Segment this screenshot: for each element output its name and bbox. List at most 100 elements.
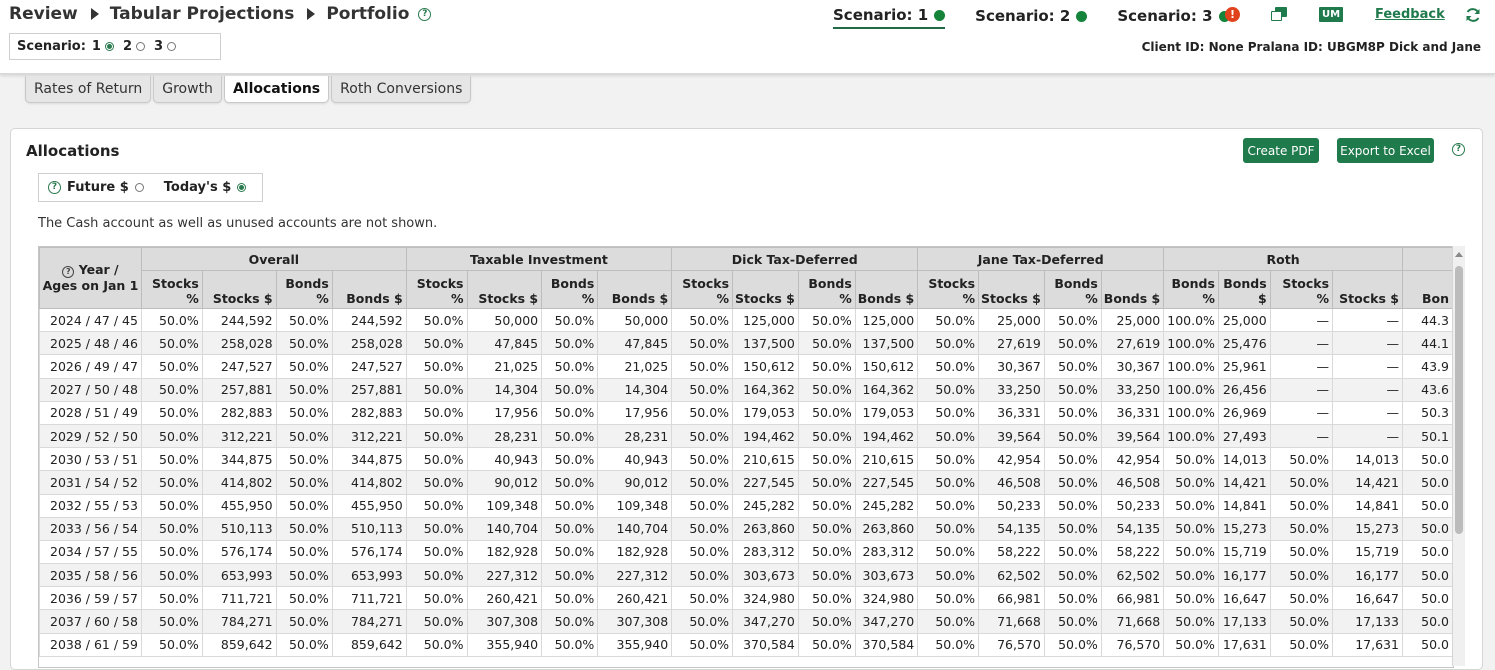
table-cell: 50.0% <box>405 307 468 333</box>
table-cell: 66,981 <box>978 586 1045 611</box>
table-cell: 50.0% <box>275 632 333 657</box>
table-cell: 50.0% <box>797 423 856 449</box>
radio-selected-icon[interactable] <box>104 42 114 51</box>
table-note: The Cash account as well as unused accou… <box>38 216 438 231</box>
table-vertical-scrollbar[interactable] <box>1452 246 1465 666</box>
table-cell: 125,000 <box>732 307 799 333</box>
tab-growth[interactable]: Growth <box>153 76 222 103</box>
scenario-tab-3[interactable]: Scenario: 3 <box>1117 6 1230 29</box>
table-cell: 50.0% <box>671 354 734 379</box>
tab-rates-of-return[interactable]: Rates of Return <box>25 76 152 103</box>
table-cell: 109,348 <box>466 493 543 518</box>
table-row: 2026 / 49 / 47 50.0% 247,527 50.0% 247,527 50… <box>39 354 1453 379</box>
scenario-tab-1[interactable]: Scenario: 1 <box>833 6 946 29</box>
table-cell: 50.0% <box>140 516 203 541</box>
table-cell: 344,875 <box>331 447 407 472</box>
table-cell: 245,282 <box>854 493 919 518</box>
column-header: Bonds% <box>1163 270 1219 309</box>
table-cell: 414,802 <box>331 470 407 495</box>
table-cell: 576,174 <box>331 539 407 565</box>
table-cell: 307,308 <box>466 609 543 634</box>
table-cell: 50.0% <box>1043 493 1102 518</box>
table-cell: 50.0% <box>405 447 468 472</box>
breadcrumb-review[interactable]: Review <box>9 4 78 24</box>
scenario-tab-2[interactable]: Scenario: 2 <box>975 6 1088 29</box>
table-cell: 50.0% <box>140 400 203 425</box>
table-cell: 50.0% <box>140 563 203 588</box>
table-cell: 25,000 <box>978 307 1045 333</box>
breadcrumb-tabular-projections[interactable]: Tabular Projections <box>110 4 295 24</box>
table-row: 2035 / 58 / 56 50.0% 653,993 50.0% 653,993 50… <box>39 563 1453 588</box>
table-cell: 27,619 <box>1100 331 1165 356</box>
tab-roth-conversions[interactable]: Roth Conversions <box>331 76 472 103</box>
table-cell: 455,950 <box>331 493 407 518</box>
radio-icon[interactable] <box>167 42 177 51</box>
table-cell: 50.0% <box>917 331 980 356</box>
create-pdf-button[interactable]: Create PDF <box>1243 138 1319 163</box>
table-cell: 50.0% <box>797 539 856 565</box>
help-icon[interactable]: ? <box>1452 143 1465 156</box>
allocations-table-container[interactable]: ? Year / Ages on Jan 1 Overall Taxable I… <box>38 246 1454 668</box>
scenario-option-3[interactable]: 3 <box>154 39 177 54</box>
table-cell: 50.0% <box>917 423 980 449</box>
table-cell: 227,312 <box>597 563 673 588</box>
table-cell: 210,615 <box>732 447 799 472</box>
future-dollars-option[interactable]: Future $ <box>67 180 144 195</box>
table-cell: 90,012 <box>597 470 673 495</box>
table-cell: 50.0% <box>797 400 856 425</box>
group-header-overall: Overall <box>140 247 407 271</box>
help-icon[interactable]: ? <box>418 7 432 21</box>
alert-icon[interactable]: ! <box>1225 7 1240 22</box>
refresh-icon[interactable] <box>1465 7 1481 23</box>
year-cell: 2036 / 59 / 57 <box>39 586 142 611</box>
table-cell: 50.0% <box>917 539 980 565</box>
radio-icon[interactable] <box>136 42 146 51</box>
table-cell: 17,133 <box>1217 609 1271 634</box>
column-header: Bon <box>1401 270 1453 309</box>
table-cell: 50.0% <box>541 400 599 425</box>
table-cell: 50.0 <box>1401 609 1453 634</box>
radio-icon[interactable] <box>134 183 144 192</box>
help-icon[interactable]: ? <box>48 181 61 194</box>
table-cell: 50.0% <box>671 447 734 472</box>
tab-allocations[interactable]: Allocations <box>223 76 330 103</box>
table-cell: 859,642 <box>331 632 407 657</box>
help-icon[interactable]: ? <box>62 266 75 278</box>
table-cell: 15,719 <box>1217 539 1271 565</box>
table-cell: 50.0% <box>275 447 333 472</box>
table-cell: 227,312 <box>466 563 543 588</box>
radio-selected-icon[interactable] <box>237 183 247 192</box>
scenario-option-2[interactable]: 2 <box>123 39 146 54</box>
table-cell: 76,570 <box>978 632 1045 657</box>
export-to-excel-button[interactable]: Export to Excel <box>1337 138 1434 163</box>
table-cell: 50.0% <box>405 516 468 541</box>
scroll-up-arrow-icon[interactable] <box>1455 252 1463 257</box>
table-cell: 16,177 <box>1332 563 1403 588</box>
table-cell: 50.0% <box>1043 586 1102 611</box>
scenario-option-1[interactable]: 1 <box>92 39 114 54</box>
table-cell: 50.0% <box>1269 447 1334 472</box>
table-cell: 50.0% <box>541 609 599 634</box>
year-cell: 2030 / 53 / 51 <box>39 447 142 472</box>
user-badge[interactable]: UM <box>1319 7 1343 22</box>
table-cell: 50.0% <box>405 423 468 449</box>
table-cell: 260,421 <box>597 586 673 611</box>
breadcrumb-separator-icon <box>307 8 316 20</box>
group-header-next <box>1401 247 1453 271</box>
table-cell: 50.0% <box>1269 493 1334 518</box>
status-dot-icon <box>1076 10 1088 22</box>
todays-dollars-option[interactable]: Today's $ <box>164 180 247 195</box>
table-cell: 50.0 <box>1401 586 1453 611</box>
table-cell: — <box>1332 307 1403 333</box>
copy-windows-icon[interactable] <box>1271 7 1288 22</box>
table-cell: 50.0% <box>671 563 734 588</box>
table-row: 2034 / 57 / 55 50.0% 576,174 50.0% 576,174 50… <box>39 539 1453 565</box>
table-cell: 15,273 <box>1217 516 1271 541</box>
table-cell: 16,647 <box>1217 586 1271 611</box>
feedback-link[interactable]: Feedback <box>1375 7 1445 22</box>
table-cell: 50.0% <box>275 423 333 449</box>
table-cell: 62,502 <box>1100 563 1165 588</box>
page-tabs: Rates of Return Growth Allocations Roth … <box>25 76 473 103</box>
scrollbar-thumb[interactable] <box>1455 266 1463 534</box>
table-cell: 50.0% <box>917 307 980 333</box>
